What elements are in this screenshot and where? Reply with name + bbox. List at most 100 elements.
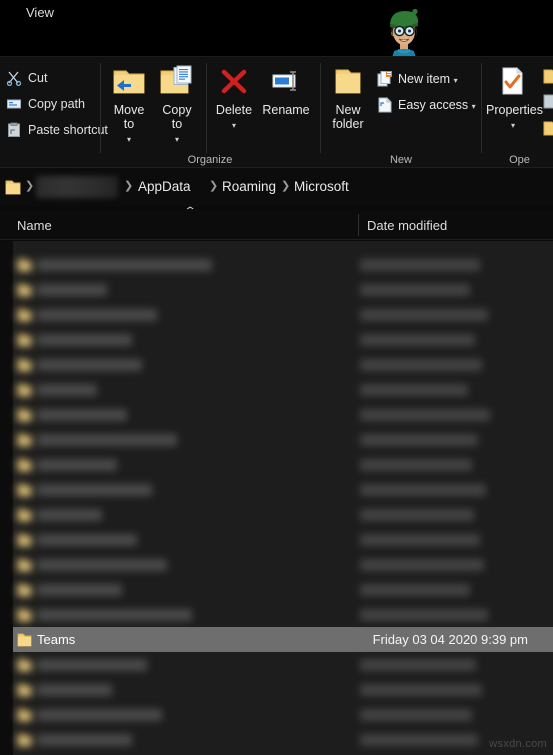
- list-item-date: [360, 709, 472, 721]
- folder-icon: [16, 707, 33, 728]
- properties-caret-icon[interactable]: ▾: [511, 121, 515, 130]
- column-header-date-modified[interactable]: Date modified: [367, 216, 447, 236]
- move-to-icon: [107, 65, 151, 100]
- list-item-redacted[interactable]: [13, 377, 553, 402]
- breadcrumb-chevron-2-icon[interactable]: ❯: [209, 179, 218, 192]
- delete-label: Delete: [215, 103, 253, 117]
- cartoon-avatar-icon: [374, 2, 434, 58]
- breadcrumb-roaming[interactable]: Roaming: [222, 177, 276, 197]
- list-item-redacted[interactable]: [13, 452, 553, 477]
- breadcrumb-chevron-1-icon[interactable]: ❯: [124, 179, 133, 192]
- list-item-date: [360, 659, 476, 671]
- list-item-redacted[interactable]: [13, 252, 553, 277]
- cut-button[interactable]: Cut: [6, 67, 47, 89]
- history-button-clipped[interactable]: [543, 119, 553, 142]
- delete-button[interactable]: Delete ▾: [211, 65, 257, 133]
- list-item-redacted[interactable]: [13, 477, 553, 502]
- list-item-redacted[interactable]: [13, 677, 553, 702]
- easy-access-caret-icon[interactable]: ▾: [472, 102, 476, 111]
- move-to-caret-icon[interactable]: ▾: [127, 135, 131, 144]
- list-item-redacted[interactable]: [13, 552, 553, 577]
- folder-icon: [16, 557, 33, 578]
- list-item-name: [37, 409, 127, 421]
- list-item-date: [360, 509, 474, 521]
- move-to-button[interactable]: Move to ▾: [107, 65, 151, 147]
- easy-access-label: Easy access: [398, 98, 469, 112]
- list-item-redacted[interactable]: [13, 652, 553, 677]
- properties-button[interactable]: Properties ▾: [486, 65, 543, 133]
- folder-icon: [16, 582, 33, 603]
- folder-icon: [16, 432, 33, 453]
- rename-button[interactable]: Rename: [259, 65, 313, 117]
- list-item-name: [37, 359, 142, 371]
- ribbon-separator: [100, 63, 101, 153]
- ribbon-separator-2: [206, 63, 207, 153]
- breadcrumb-chevron-3-icon[interactable]: ❯: [281, 179, 290, 192]
- list-item-date: [360, 434, 478, 446]
- list-item-redacted[interactable]: [13, 502, 553, 527]
- list-item-date: [360, 284, 470, 296]
- list-item-redacted[interactable]: [13, 527, 553, 552]
- list-item-redacted[interactable]: [13, 402, 553, 427]
- organize-group-label: Organize: [187, 154, 233, 166]
- breadcrumb-appdata[interactable]: AppData: [138, 177, 191, 197]
- file-list[interactable]: Teams Friday 03 04 2020 9:39 pm: [0, 241, 553, 755]
- breadcrumb-chevron-0-icon[interactable]: ❯: [25, 179, 34, 192]
- list-item-name: [37, 284, 107, 296]
- list-item-redacted[interactable]: [13, 277, 553, 302]
- list-item-redacted[interactable]: [13, 352, 553, 377]
- list-item-redacted[interactable]: [13, 602, 553, 627]
- move-to-label: Move to: [113, 103, 145, 131]
- ribbon-separator-4: [481, 63, 482, 153]
- site-watermark: wsxdn.com: [489, 738, 547, 750]
- address-bar[interactable]: ❯ ❯ AppData ❯ Roaming ❯ Microsoft: [0, 168, 553, 206]
- list-item-name: [37, 534, 137, 546]
- list-item-redacted[interactable]: [13, 577, 553, 602]
- list-item-selected[interactable]: Teams Friday 03 04 2020 9:39 pm: [13, 627, 553, 652]
- list-item-name: [37, 259, 212, 271]
- easy-access-button[interactable]: Easy access ▾: [374, 93, 476, 117]
- copy-path-button[interactable]: Copy path: [6, 93, 85, 115]
- paste-shortcut-button[interactable]: Paste shortcut: [6, 119, 108, 141]
- list-item-redacted[interactable]: [13, 302, 553, 327]
- column-header-name[interactable]: Name: [17, 216, 52, 236]
- copy-to-icon: [155, 65, 199, 100]
- column-header-bar: ⌃ Name Date modified: [0, 206, 553, 240]
- copy-to-caret-icon[interactable]: ▾: [175, 135, 179, 144]
- edit-button-clipped[interactable]: [543, 93, 553, 116]
- list-item-name: [37, 309, 157, 321]
- list-item-redacted[interactable]: [13, 702, 553, 727]
- new-item-caret-icon[interactable]: ▾: [454, 76, 458, 85]
- paste-shortcut-icon: [6, 122, 22, 138]
- folder-icon: [16, 257, 33, 278]
- new-item-icon: [376, 70, 394, 88]
- list-item-name: [37, 384, 97, 396]
- list-item-redacted[interactable]: [13, 327, 553, 352]
- open-button-clipped[interactable]: [543, 67, 553, 90]
- breadcrumb-microsoft[interactable]: Microsoft: [294, 177, 349, 197]
- list-item-name: [37, 334, 132, 346]
- tab-view[interactable]: View: [16, 0, 64, 26]
- new-item-button[interactable]: New item ▾: [374, 67, 458, 91]
- delete-caret-icon[interactable]: ▾: [232, 121, 236, 130]
- easy-access-icon: [376, 96, 394, 114]
- folder-icon: [16, 457, 33, 478]
- ribbon: Cut Copy path Paste shortcut Move to ▾ C…: [0, 56, 553, 168]
- sort-ascending-icon: ⌃: [183, 206, 197, 217]
- new-folder-button[interactable]: New folder: [326, 65, 370, 131]
- file-list-pane: Teams Friday 03 04 2020 9:39 pm: [13, 241, 553, 755]
- list-item-name: [37, 709, 162, 721]
- copy-to-button[interactable]: Copy to ▾: [155, 65, 199, 147]
- folder-icon: [16, 307, 33, 328]
- column-divider[interactable]: [358, 214, 359, 236]
- copy-path-icon: [6, 96, 22, 112]
- breadcrumb-username-redacted[interactable]: [36, 176, 118, 198]
- list-item-name: [37, 659, 147, 671]
- list-item-redacted[interactable]: [13, 427, 553, 452]
- paste-shortcut-label: Paste shortcut: [28, 123, 108, 137]
- list-item-redacted[interactable]: [13, 727, 553, 752]
- rename-label: Rename: [262, 103, 310, 117]
- list-item-name: [37, 484, 152, 496]
- properties-label: Properties: [486, 103, 543, 117]
- list-item-date: [360, 484, 486, 496]
